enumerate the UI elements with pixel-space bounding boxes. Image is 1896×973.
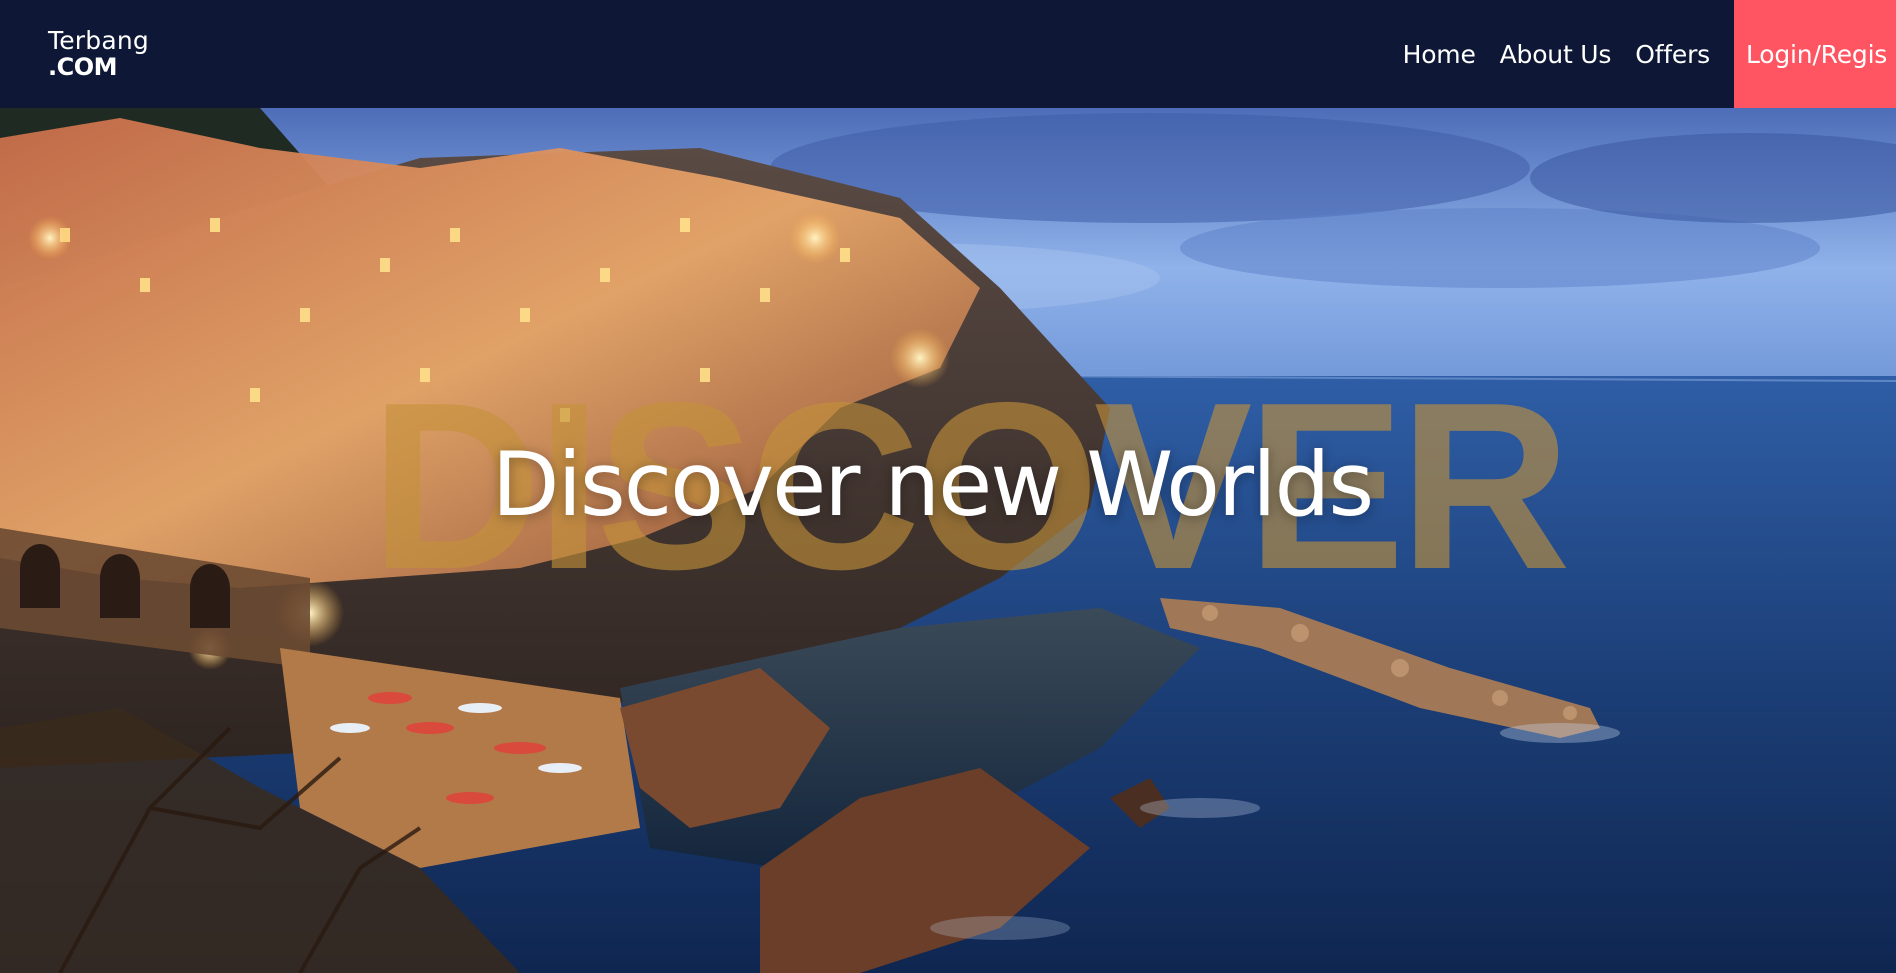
logo-domain: .COM: [48, 53, 118, 81]
main-nav: Home About Us Offers: [1379, 0, 1711, 108]
top-navbar: Terbang .COM Home About Us Offers Login/…: [0, 0, 1896, 108]
hero-headline: Discover new Worlds: [491, 433, 1375, 536]
nav-offers-link[interactable]: Offers: [1635, 40, 1710, 69]
page: Terbang .COM Home About Us Offers Login/…: [0, 0, 1896, 973]
logo-name: Terbang: [48, 26, 149, 55]
site-logo[interactable]: Terbang .COM: [48, 28, 149, 79]
nav-about-us-link[interactable]: About Us: [1500, 40, 1612, 69]
nav-home-link[interactable]: Home: [1403, 40, 1476, 69]
login-register-button[interactable]: Login/Regis: [1734, 0, 1896, 108]
hero-banner: DISCOVER Discover new Worlds: [0, 108, 1896, 973]
